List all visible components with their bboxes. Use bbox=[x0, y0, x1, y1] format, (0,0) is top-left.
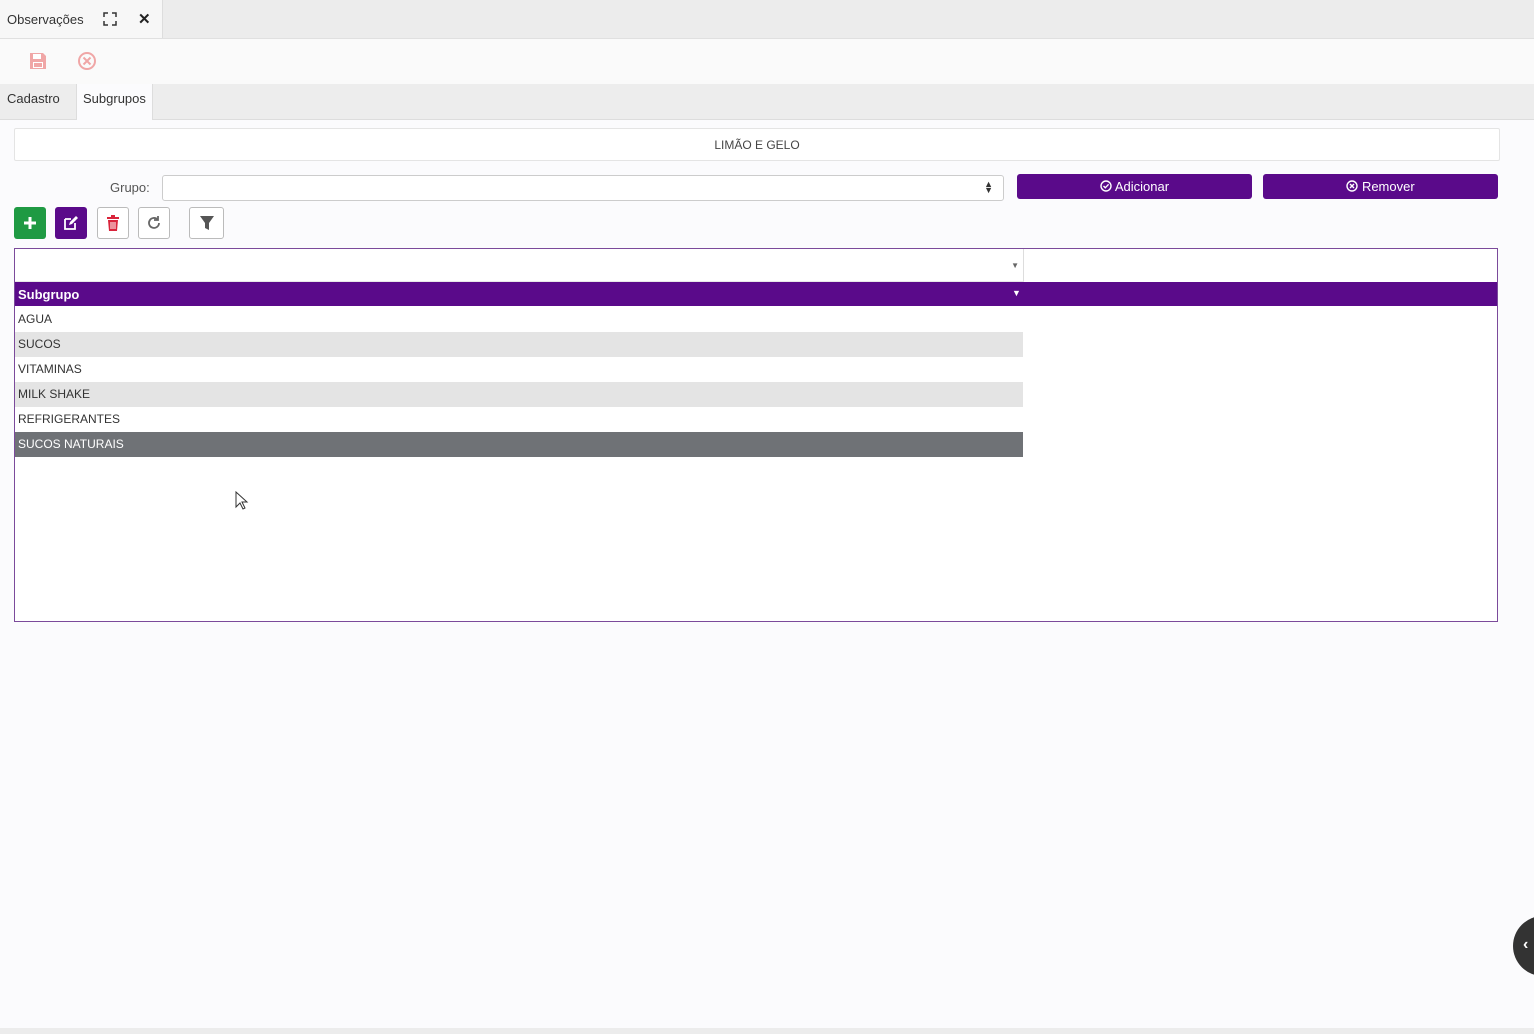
mouse-cursor-icon bbox=[235, 490, 249, 516]
window-tab-title: Observações bbox=[7, 12, 84, 27]
window-tab[interactable]: Observações ✕ bbox=[0, 0, 163, 38]
remove-button[interactable]: Remover bbox=[1263, 174, 1498, 199]
table-row[interactable]: MILK SHAKE bbox=[15, 382, 1023, 407]
grupo-select[interactable]: ▲ ▼ bbox=[162, 175, 1004, 201]
form-toolbar bbox=[0, 39, 1534, 84]
remove-button-label: Remover bbox=[1361, 179, 1415, 194]
grid-filter-button[interactable] bbox=[189, 207, 224, 239]
table-row[interactable]: VITAMINAS bbox=[15, 357, 1023, 382]
table-row[interactable]: AGUA bbox=[15, 307, 1023, 332]
window-tab-bar bbox=[0, 0, 1534, 39]
expand-icon[interactable] bbox=[103, 12, 117, 31]
record-title: LIMÃO E GELO bbox=[14, 128, 1500, 161]
tab-cadastro[interactable]: Cadastro bbox=[1, 84, 66, 119]
table-row[interactable]: REFRIGERANTES bbox=[15, 407, 1023, 432]
grid-delete-button[interactable] bbox=[97, 207, 129, 239]
close-icon[interactable]: ✕ bbox=[138, 10, 151, 28]
refresh-icon bbox=[148, 216, 160, 229]
filter-icon bbox=[199, 216, 214, 230]
sort-arrows-icon: ▲ ▼ bbox=[984, 179, 993, 195]
edit-icon bbox=[64, 216, 78, 230]
table-row[interactable]: SUCOS bbox=[15, 332, 1023, 357]
x-circle-icon bbox=[1346, 180, 1359, 192]
grid-add-button[interactable] bbox=[14, 207, 46, 239]
grupo-label: Grupo: bbox=[110, 180, 150, 195]
inner-tab-bar bbox=[0, 84, 1534, 120]
table-row[interactable]: SUCOS NATURAIS bbox=[15, 432, 1023, 457]
check-circle-icon bbox=[1100, 180, 1112, 192]
cancel-circle-icon[interactable] bbox=[77, 51, 97, 71]
save-icon[interactable] bbox=[28, 51, 48, 71]
tab-subgrupos[interactable]: Subgrupos bbox=[76, 84, 153, 120]
subgroup-grid: ▼ Subgrupo ▼ AGUA SUCOS VITAMINAS MILK SHAK… bbox=[14, 248, 1498, 622]
add-button[interactable]: Adicionar bbox=[1017, 174, 1252, 199]
column-header-subgrupo[interactable]: Subgrupo bbox=[18, 287, 79, 302]
add-button-label: Adicionar bbox=[1114, 179, 1170, 194]
chevron-left-icon: ‹ bbox=[1523, 936, 1529, 953]
trash-icon bbox=[107, 215, 119, 231]
grid-header[interactable]: Subgrupo ▼ bbox=[15, 282, 1497, 306]
plus-icon bbox=[24, 217, 36, 229]
chevron-down-icon[interactable]: ▼ bbox=[1011, 261, 1019, 270]
side-panel-handle[interactable]: ‹ bbox=[1513, 916, 1534, 976]
bottom-bar bbox=[0, 1028, 1534, 1034]
grid-edit-button[interactable] bbox=[55, 207, 87, 239]
sort-down-icon[interactable]: ▼ bbox=[1012, 288, 1021, 298]
grid-refresh-button[interactable] bbox=[138, 207, 170, 239]
grid-filter-input[interactable]: ▼ bbox=[15, 249, 1024, 282]
